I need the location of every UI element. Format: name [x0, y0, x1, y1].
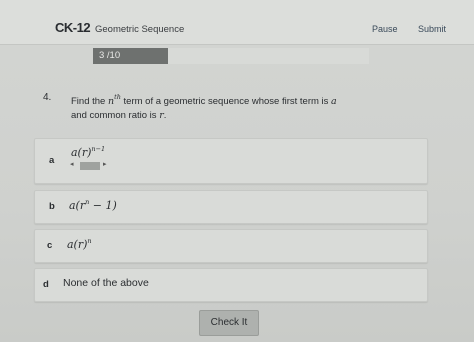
question-number: 4.: [43, 92, 52, 103]
ck12-logo: CK-12: [55, 20, 91, 35]
question-text-part1: Find the: [71, 96, 108, 107]
progress-bar: 3 /10: [93, 48, 369, 64]
option-a-expr-main: a(r): [71, 146, 92, 159]
question-period: .: [163, 110, 167, 121]
quiz-page: CK-12 Geometric Sequence Pause Submit 3 …: [0, 0, 474, 342]
option-c-expr-sup: n: [87, 237, 92, 245]
option-a-letter: a: [49, 155, 55, 166]
page-title: Geometric Sequence: [95, 24, 185, 35]
question-var-a: a: [331, 96, 337, 107]
option-b-expr-tail: − 1): [89, 199, 117, 212]
option-d-letter: d: [43, 279, 49, 290]
option-c-expr-main: a(r): [67, 238, 88, 251]
option-b[interactable]: b a(rn − 1): [34, 190, 428, 224]
header-bar: CK-12 Geometric Sequence Pause Submit: [0, 0, 474, 45]
option-d[interactable]: d None of the above: [34, 268, 428, 302]
option-a-scroll-control[interactable]: ◂ ▸: [70, 161, 108, 171]
pause-button[interactable]: Pause: [372, 24, 398, 34]
check-it-button[interactable]: Check It: [199, 310, 259, 336]
option-b-expr-main: a(r: [69, 199, 86, 212]
scroll-right-icon[interactable]: ▸: [103, 160, 107, 168]
question-text-line2: and common ratio is: [71, 110, 160, 121]
scroll-thumb[interactable]: [80, 162, 100, 170]
option-a-expr: a(r)n−1: [71, 145, 105, 159]
option-a[interactable]: a a(r)n−1 ◂ ▸: [34, 138, 428, 184]
progress-fill: 3 /10: [93, 48, 168, 64]
option-d-text: None of the above: [63, 277, 149, 289]
progress-text: 3 /10: [99, 50, 121, 61]
question-text-part2: term of a geometric sequence whose first…: [120, 96, 332, 107]
option-b-letter: b: [49, 201, 55, 212]
option-c[interactable]: c a(r)n: [34, 229, 428, 263]
question-text: Find the nth term of a geometric sequenc…: [71, 90, 391, 123]
option-c-letter: c: [47, 240, 53, 251]
option-a-expr-sup: n−1: [91, 145, 106, 153]
question-sup-th: th: [114, 93, 121, 101]
scroll-left-icon[interactable]: ◂: [70, 160, 74, 168]
option-c-expr: a(r)n: [67, 237, 92, 251]
submit-button[interactable]: Submit: [418, 24, 446, 34]
option-b-expr: a(rn − 1): [69, 198, 117, 212]
